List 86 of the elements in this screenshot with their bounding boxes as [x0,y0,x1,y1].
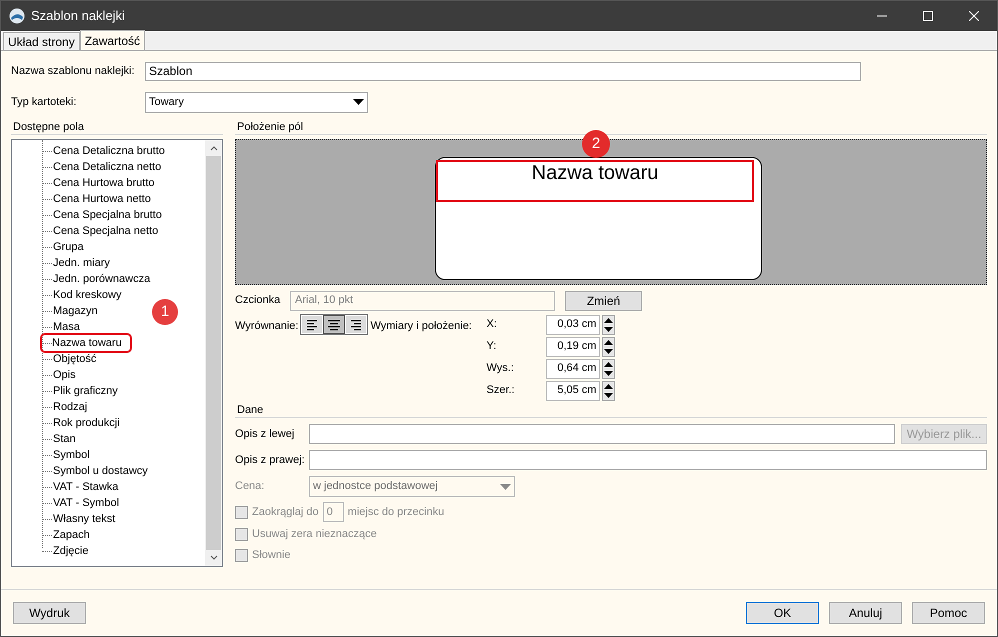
tree-item[interactable]: Grupa [52,238,85,256]
tree-item[interactable]: Plik graficzny [52,382,119,400]
tree-item[interactable]: Stan [52,430,77,448]
align-left-icon [305,318,320,330]
tree-item[interactable]: Cena Detaliczna netto [52,158,162,176]
field-label: miejsc do przecinku [348,504,444,520]
field-label: Y: [486,339,498,354]
spin-up-icon[interactable] [603,382,614,390]
tree-item[interactable]: Magazyn [52,302,99,320]
right-description-field[interactable] [309,450,987,470]
tree-item[interactable]: Symbol [52,446,91,464]
tab[interactable]: Zawartość [80,30,146,50]
spin-buttons[interactable] [602,314,616,334]
tree-item[interactable]: Cena Hurtowa brutto [52,174,156,192]
field-label: Opis z lewej [235,426,296,442]
checkbox-label: Słownie [252,548,291,563]
dimension-field[interactable]: 5,05 cm [546,380,600,400]
checkbox-label: Zaokrąglaj do [252,504,319,520]
spin-buttons[interactable] [602,358,616,378]
tree-item[interactable]: Cena Hurtowa netto [52,190,152,208]
close-icon [969,11,979,21]
record-type-dropdown[interactable]: Towary [145,92,368,112]
dimension-field[interactable]: 0,64 cm [546,358,600,378]
maximize-icon [923,11,933,21]
spin-buttons[interactable] [602,336,616,356]
dimension-field[interactable]: 0,03 cm [546,314,600,334]
section-title: Dane [235,402,987,418]
tree-item[interactable]: Symbol u dostawcy [52,462,149,480]
tree-item[interactable]: VAT - Stawka [52,478,120,496]
tree-item[interactable]: Opis [52,366,77,384]
tree-item[interactable]: Masa [52,318,81,336]
spin-up-icon[interactable] [603,338,614,346]
callout-badge: 2 [582,130,610,158]
tree-item[interactable]: Własny tekst [52,510,116,528]
section-title: Dostępne pola [11,119,223,135]
spin-down-icon[interactable] [603,346,614,356]
spin-down-icon[interactable] [603,368,614,378]
tree-item[interactable]: Cena Detaliczna brutto [52,142,166,160]
checkbox-label: Usuwaj zera nieznaczące [252,526,377,542]
spin-down-icon[interactable] [603,324,614,334]
field-label: Wymiary i położenie: [370,319,473,334]
tree-item[interactable]: Rok produkcji [52,414,121,432]
spin-up-icon[interactable] [603,316,614,324]
font-field: Arial, 10 pkt [290,290,555,310]
app-logo-icon [9,8,25,24]
scrollbar[interactable] [205,140,222,566]
spin-down-icon[interactable] [603,390,614,400]
tree-item[interactable]: Zapach [52,526,91,544]
tree-item[interactable]: Nazwa towaru [42,334,130,352]
field-label: Cena: [235,479,266,494]
tree-item[interactable]: Jedn. miary [52,254,111,272]
field-label: Wys.: [486,361,515,376]
dimension-field[interactable]: 0,19 cm [546,336,600,356]
cancel-button[interactable]: Anuluj [829,602,902,624]
name-field[interactable]: Szablon [145,62,861,80]
callout-badge: 1 [152,299,178,325]
dropdown-arrow-icon [353,99,364,105]
align-center-icon [327,318,342,330]
spin-up-icon[interactable] [603,360,614,368]
left-description-field[interactable] [309,424,895,444]
tree-item[interactable]: Kod kreskowy [52,286,122,304]
text-field-frame[interactable]: Nazwa towaru [436,160,754,202]
field-label: Czcionka [235,293,282,308]
tree-item[interactable]: Rodzaj [52,398,88,416]
print-button[interactable]: Wydruk [13,602,86,624]
ok-button[interactable]: OK [746,602,819,624]
tree-item[interactable]: Objętość [52,350,98,368]
tree-item[interactable]: Jedn. porównawcza [52,270,152,288]
field-label: Wyrównanie: [235,319,298,334]
help-button[interactable]: Pomoc [912,602,985,624]
field-label: Nazwa szablonu naklejki: [11,64,136,79]
align-button[interactable] [323,315,346,334]
dropdown-arrow-icon [500,484,511,490]
align-right-icon [349,318,364,330]
field-label: Typ kartoteki: [11,94,78,110]
field-label: X: [486,317,498,332]
window-title: Szablon naklejki [31,7,125,26]
tree-item[interactable]: Cena Specjalna netto [52,222,160,240]
field-text: Nazwa towaru [532,162,658,186]
field-label: Opis z prawej: [235,452,306,468]
tree-item[interactable]: VAT - Symbol [52,494,120,512]
spin-buttons[interactable] [602,380,616,400]
tree-item[interactable]: Zdjęcie [52,542,90,560]
tree-item[interactable]: Cena Specjalna brutto [52,206,163,224]
field-label: Szer.: [486,383,516,398]
tab[interactable]: Układ strony [3,32,80,50]
